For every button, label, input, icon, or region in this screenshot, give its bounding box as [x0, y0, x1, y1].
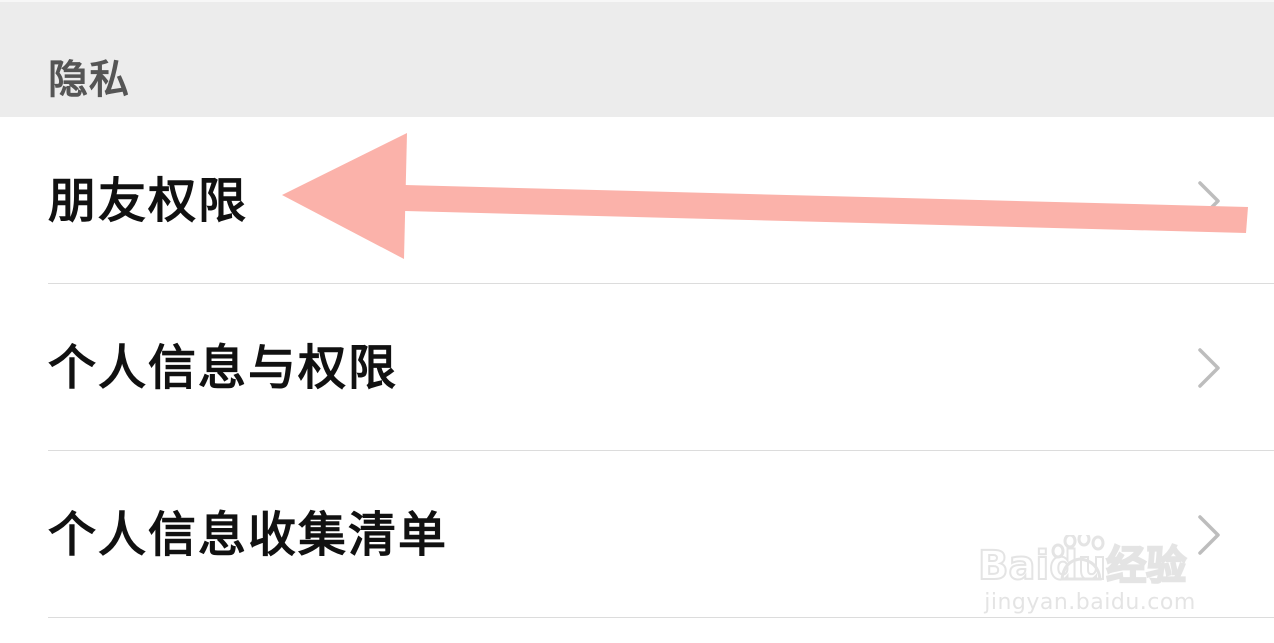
list-item-personal-info-collection-list[interactable]: 个人信息收集清单 — [0, 451, 1274, 618]
divider — [48, 617, 1274, 618]
chevron-right-icon — [1194, 346, 1224, 390]
list-item-personal-info-permissions[interactable]: 个人信息与权限 — [0, 284, 1274, 451]
settings-list: 朋友权限 个人信息与权限 个人信息收集清单 — [0, 117, 1274, 618]
section-title: 隐私 — [48, 57, 130, 103]
list-item-label: 个人信息与权限 — [48, 339, 399, 396]
list-item-label: 朋友权限 — [48, 172, 249, 229]
list-item-friend-permissions[interactable]: 朋友权限 — [0, 117, 1274, 284]
list-item-label: 个人信息收集清单 — [48, 506, 449, 563]
chevron-right-icon — [1194, 179, 1224, 223]
section-header: 隐私 — [0, 0, 1274, 117]
chevron-right-icon — [1194, 513, 1224, 557]
